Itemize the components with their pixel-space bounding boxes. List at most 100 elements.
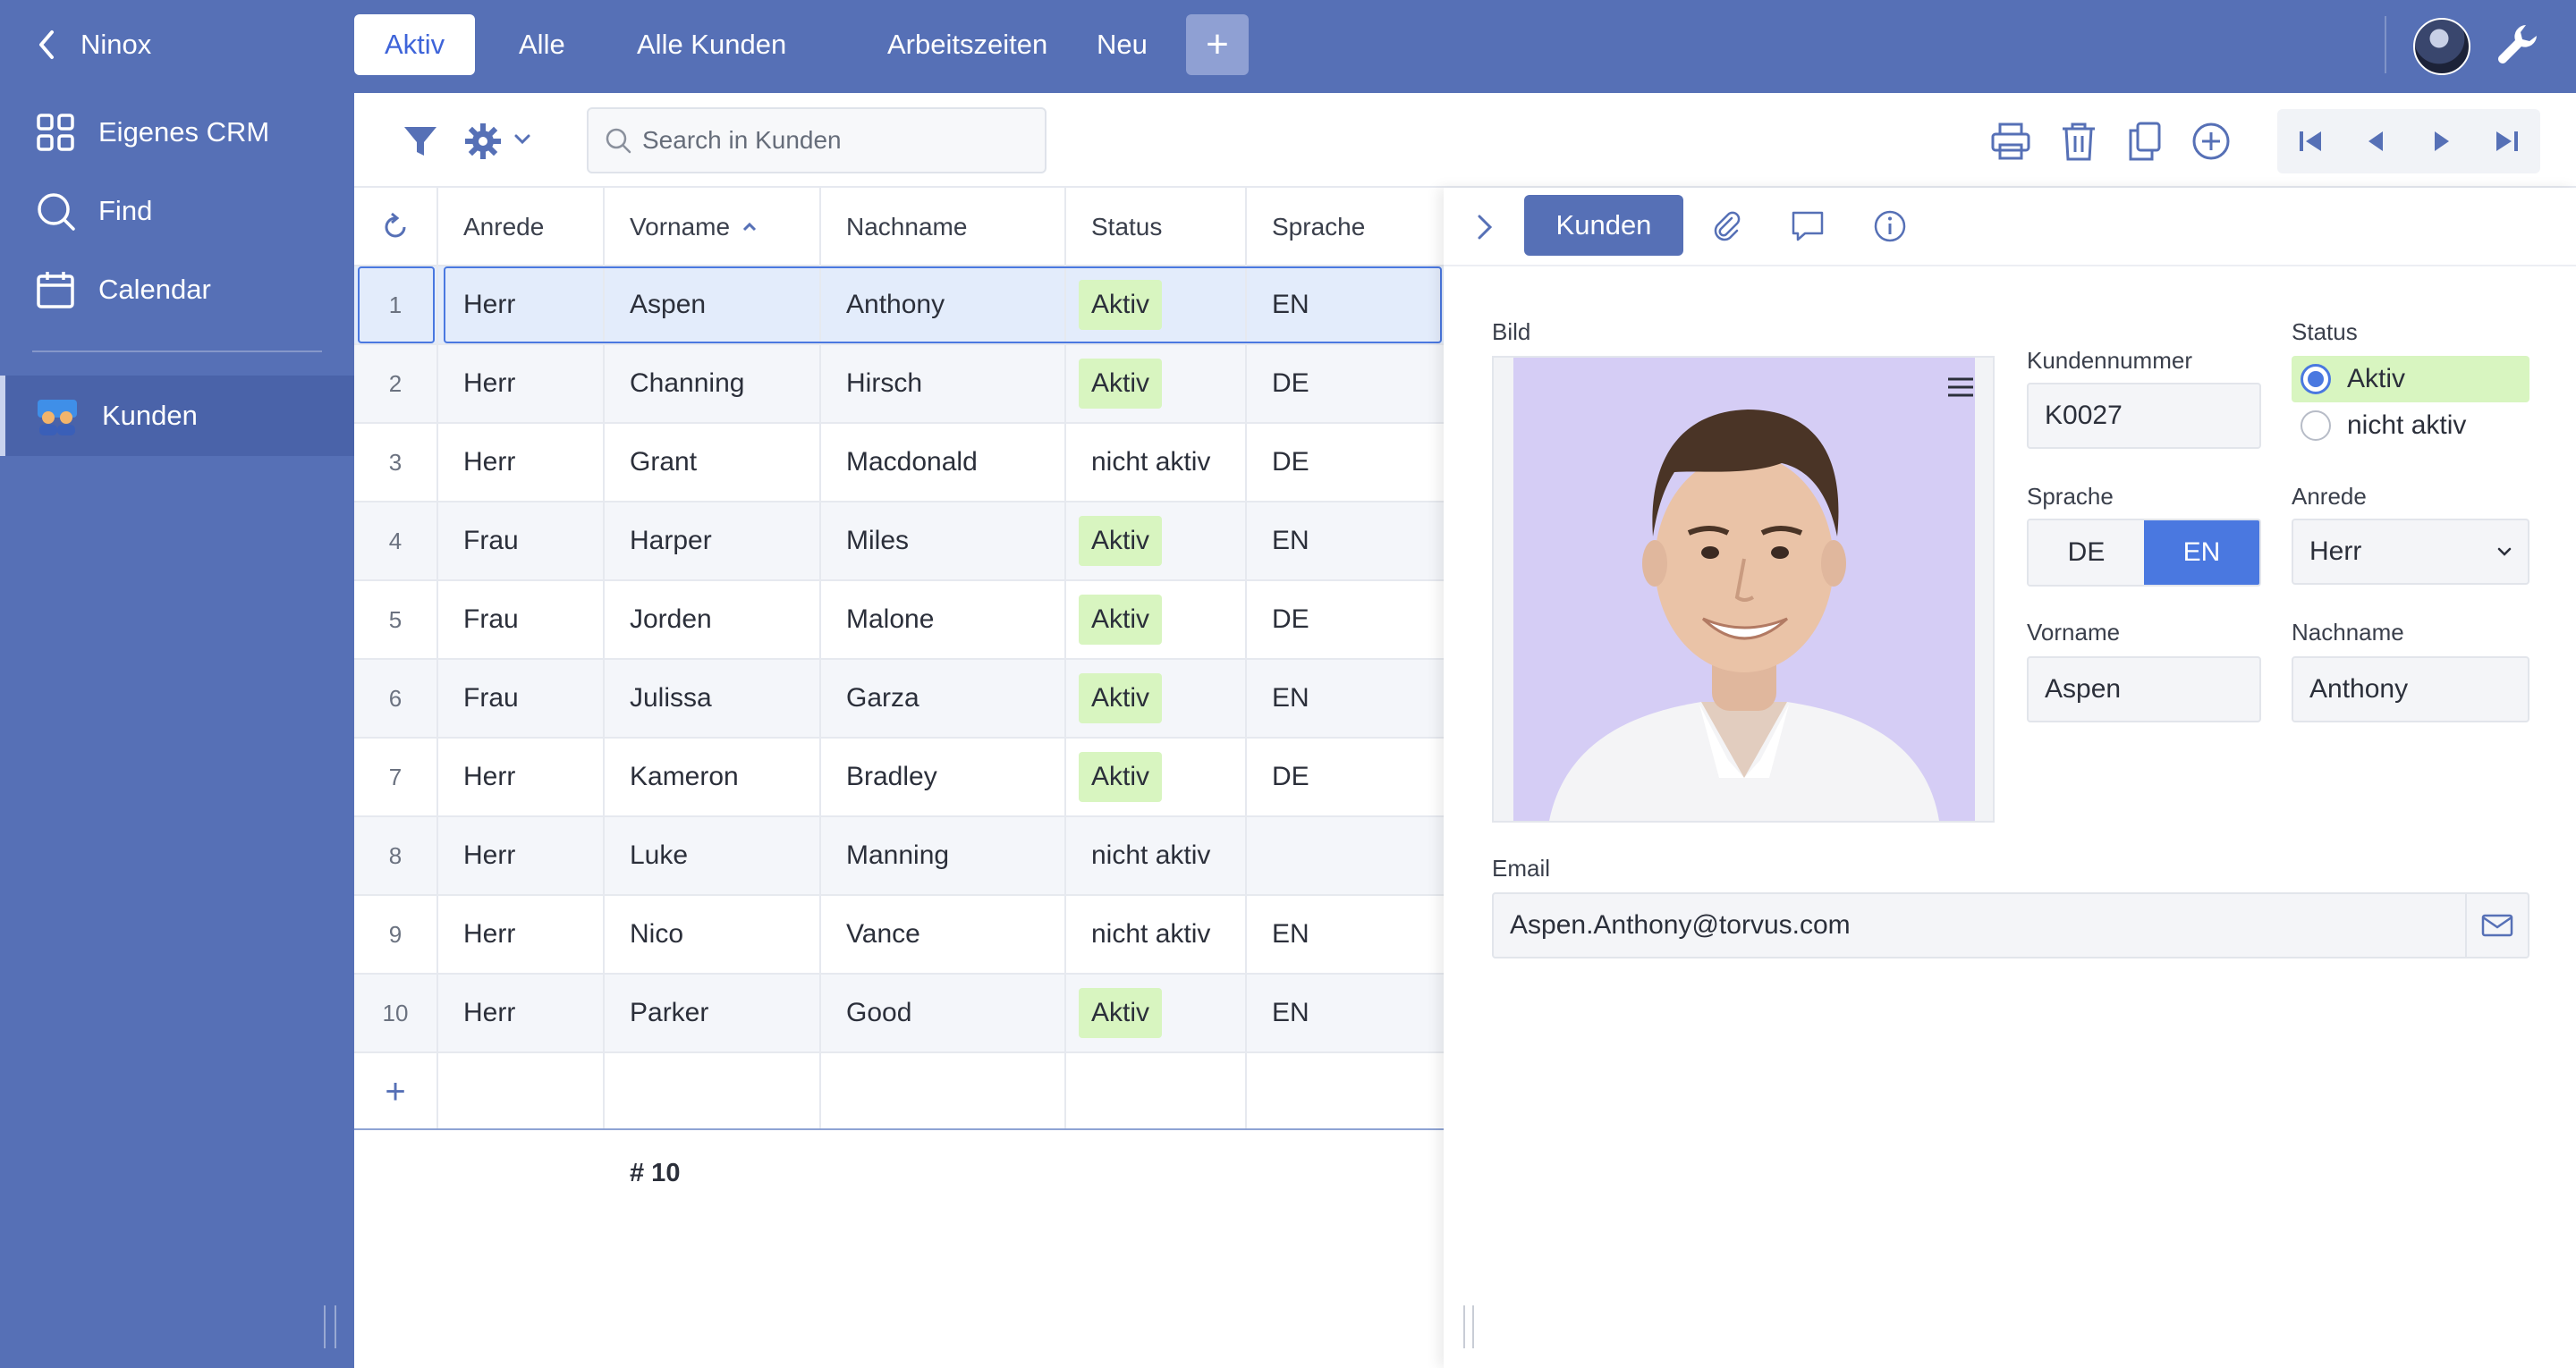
cell-vorname[interactable]: Julissa <box>605 660 821 737</box>
attachment-icon[interactable] <box>1708 207 1744 243</box>
column-header-vorname[interactable]: Vorname <box>605 188 821 266</box>
tab-neu[interactable]: Neu <box>1097 14 1148 75</box>
cell-status[interactable]: Aktiv <box>1066 975 1247 1051</box>
add-row-button[interactable]: + <box>354 1053 438 1130</box>
sprache-option-de[interactable]: DE <box>2029 520 2144 585</box>
cell-vorname[interactable]: Jorden <box>605 581 821 658</box>
sidebar-item-kunden[interactable]: Kunden <box>0 376 354 456</box>
cell-status[interactable]: Aktiv <box>1066 581 1247 658</box>
cell-status[interactable]: nicht aktiv <box>1066 896 1247 973</box>
column-header-sprache[interactable]: Sprache <box>1247 188 1444 266</box>
table-row[interactable]: 9 Herr Nico Vance nicht aktiv EN <box>354 896 1444 975</box>
cell-status[interactable]: Aktiv <box>1066 660 1247 737</box>
table-row[interactable]: 10 Herr Parker Good Aktiv EN <box>354 975 1444 1053</box>
sidebar-item-eigenes-crm[interactable]: Eigenes CRM <box>36 106 269 159</box>
cell-sprache[interactable]: EN <box>1247 896 1444 973</box>
cell-vorname[interactable]: Kameron <box>605 739 821 815</box>
first-record-button[interactable] <box>2277 109 2343 173</box>
info-icon[interactable] <box>1871 207 1909 245</box>
cell-anrede[interactable]: Herr <box>438 896 605 973</box>
cell-sprache[interactable]: DE <box>1247 345 1444 422</box>
cell-anrede[interactable]: Herr <box>438 975 605 1051</box>
nachname-field[interactable]: Anthony <box>2292 656 2529 722</box>
status-option-nicht-aktiv[interactable]: nicht aktiv <box>2292 402 2529 449</box>
column-header-nachname[interactable]: Nachname <box>821 188 1066 266</box>
cell-status[interactable]: nicht aktiv <box>1066 817 1247 894</box>
tab-arbeitszeiten[interactable]: Arbeitszeiten <box>857 14 1078 75</box>
tab-kunden[interactable]: Kunden <box>1524 195 1683 256</box>
cell-sprache[interactable]: DE <box>1247 581 1444 658</box>
cell-vorname[interactable]: Harper <box>605 502 821 579</box>
cell-nachname[interactable]: Vance <box>821 896 1066 973</box>
refresh-button[interactable] <box>354 188 438 266</box>
cell-vorname[interactable]: Luke <box>605 817 821 894</box>
add-record-icon[interactable] <box>2190 120 2233 163</box>
table-row[interactable]: 4 Frau Harper Miles Aktiv EN <box>354 502 1444 581</box>
status-option-aktiv[interactable]: Aktiv <box>2292 356 2529 402</box>
comment-icon[interactable] <box>1789 207 1826 245</box>
cell-status[interactable]: Aktiv <box>1066 502 1247 579</box>
cell-anrede[interactable]: Herr <box>438 424 605 501</box>
cell-anrede[interactable]: Frau <box>438 660 605 737</box>
cell-sprache[interactable]: DE <box>1247 424 1444 501</box>
tab-alle[interactable]: Alle <box>488 14 596 75</box>
last-record-button[interactable] <box>2475 109 2541 173</box>
print-icon[interactable] <box>1989 120 2032 163</box>
table-row[interactable]: 3 Herr Grant Macdonald nicht aktiv DE <box>354 424 1444 502</box>
tab-aktiv[interactable]: Aktiv <box>354 14 476 75</box>
sidebar-resize-handle[interactable] <box>324 1305 336 1348</box>
avatar[interactable] <box>2413 18 2470 75</box>
image-field[interactable] <box>1492 356 1995 823</box>
cell-anrede[interactable]: Frau <box>438 502 605 579</box>
back-button[interactable]: Ninox <box>36 20 151 70</box>
cell-anrede[interactable]: Frau <box>438 581 605 658</box>
menu-icon[interactable] <box>1945 374 1977 401</box>
cell-vorname[interactable]: Channing <box>605 345 821 422</box>
cell-sprache[interactable]: EN <box>1247 502 1444 579</box>
gear-icon[interactable] <box>462 120 504 163</box>
cell-sprache[interactable]: EN <box>1247 660 1444 737</box>
search-input[interactable] <box>642 126 1036 155</box>
cell-vorname[interactable]: Parker <box>605 975 821 1051</box>
table-row[interactable]: 6 Frau Julissa Garza Aktiv EN <box>354 660 1444 739</box>
cell-nachname[interactable]: Good <box>821 975 1066 1051</box>
cell-sprache[interactable] <box>1247 817 1444 894</box>
search-box[interactable] <box>587 107 1046 173</box>
cell-nachname[interactable]: Garza <box>821 660 1066 737</box>
cell-nachname[interactable]: Miles <box>821 502 1066 579</box>
cell-nachname[interactable]: Bradley <box>821 739 1066 815</box>
previous-record-button[interactable] <box>2343 109 2410 173</box>
cell-anrede[interactable]: Herr <box>438 345 605 422</box>
column-header-status[interactable]: Status <box>1066 188 1247 266</box>
add-tab-button[interactable]: + <box>1186 14 1249 75</box>
column-header-anrede[interactable]: Anrede <box>438 188 605 266</box>
table-row[interactable]: 5 Frau Jorden Malone Aktiv DE <box>354 581 1444 660</box>
cell-nachname[interactable]: Macdonald <box>821 424 1066 501</box>
filter-icon[interactable] <box>399 120 442 163</box>
chevron-down-icon[interactable] <box>512 129 533 150</box>
duplicate-icon[interactable] <box>2123 120 2166 163</box>
collapse-panel-icon[interactable] <box>1470 211 1499 243</box>
panel-resize-handle[interactable] <box>1463 1305 1474 1348</box>
cell-vorname[interactable]: Grant <box>605 424 821 501</box>
cell-nachname[interactable]: Malone <box>821 581 1066 658</box>
cell-status[interactable]: nicht aktiv <box>1066 424 1247 501</box>
email-field[interactable]: Aspen.Anthony@torvus.com <box>1492 892 2529 958</box>
cell-sprache[interactable]: EN <box>1247 975 1444 1051</box>
cell-sprache[interactable]: DE <box>1247 739 1444 815</box>
cell-vorname[interactable]: Nico <box>605 896 821 973</box>
tab-alle-kunden[interactable]: Alle Kunden <box>606 14 817 75</box>
cell-anrede[interactable]: Herr <box>438 817 605 894</box>
cell-nachname[interactable]: Manning <box>821 817 1066 894</box>
cell-anrede[interactable]: Herr <box>438 739 605 815</box>
wrench-icon[interactable] <box>2492 20 2542 70</box>
table-row[interactable]: 8 Herr Luke Manning nicht aktiv <box>354 817 1444 896</box>
next-record-button[interactable] <box>2409 109 2475 173</box>
send-email-button[interactable] <box>2465 894 2528 957</box>
trash-icon[interactable] <box>2057 120 2100 163</box>
cell-status[interactable]: Aktiv <box>1066 739 1247 815</box>
table-row[interactable]: 2 Herr Channing Hirsch Aktiv DE <box>354 345 1444 424</box>
table-row[interactable]: 7 Herr Kameron Bradley Aktiv DE <box>354 739 1444 817</box>
cell-nachname[interactable]: Hirsch <box>821 345 1066 422</box>
anrede-select[interactable]: Herr <box>2292 519 2529 585</box>
